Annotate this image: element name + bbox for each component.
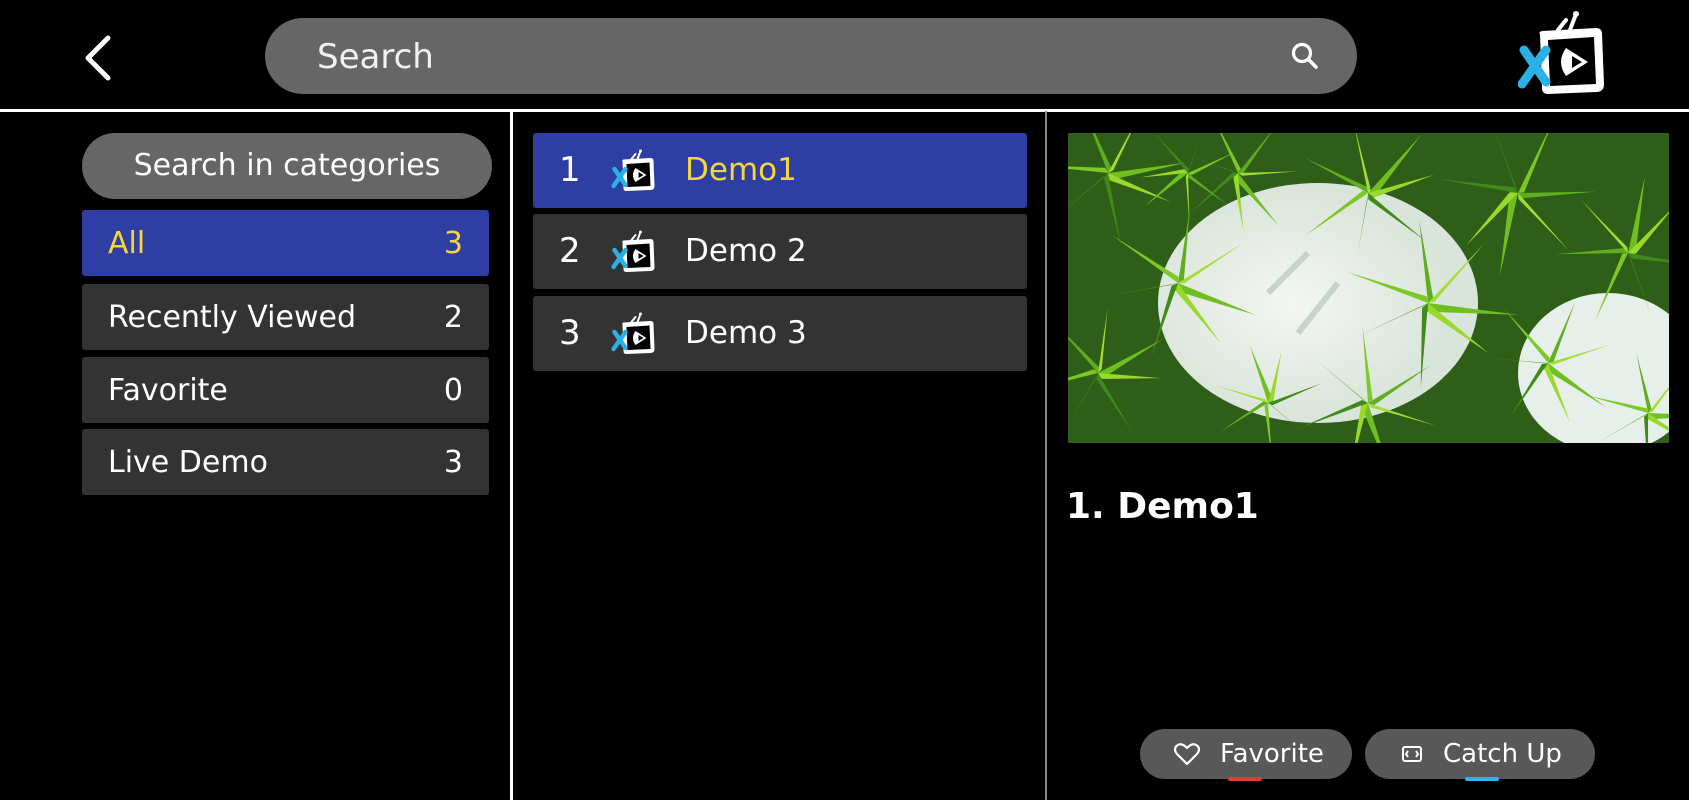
- heart-icon: [1174, 743, 1200, 766]
- app-logo-icon: [1518, 10, 1608, 102]
- header-divider: [0, 109, 1689, 112]
- catch-up-icon: [1402, 746, 1422, 762]
- favorite-label: Favorite: [1220, 739, 1324, 769]
- category-label: Live Demo: [108, 444, 268, 480]
- category-count: 3: [443, 444, 463, 480]
- category-item-favorite[interactable]: Favorite 0: [82, 357, 489, 423]
- channel-name: Demo 2: [685, 233, 807, 269]
- selected-channel-title: 1. Demo1: [1066, 486, 1259, 527]
- preview-image: [1068, 133, 1669, 443]
- category-item-live-demo[interactable]: Live Demo 3: [82, 429, 489, 495]
- channel-logo-icon: [611, 230, 657, 276]
- category-label: Favorite: [108, 372, 228, 408]
- search-input[interactable]: [315, 18, 1219, 96]
- category-count: 2: [443, 299, 463, 335]
- channel-number: 1: [559, 150, 581, 190]
- top-bar: [0, 0, 1689, 110]
- category-item-recently-viewed[interactable]: Recently Viewed 2: [82, 284, 489, 350]
- channel-number: 2: [559, 231, 581, 271]
- category-label: All: [108, 225, 146, 261]
- video-preview[interactable]: [1068, 133, 1669, 443]
- favorite-underline: [1228, 777, 1262, 781]
- chevron-left-icon: [85, 35, 111, 81]
- channel-item[interactable]: 2 Demo 2: [533, 214, 1027, 289]
- channel-item[interactable]: 1 Demo1: [533, 133, 1027, 208]
- back-button[interactable]: [78, 34, 118, 82]
- catch-up-button[interactable]: Catch Up: [1365, 729, 1595, 781]
- column-divider-left: [510, 111, 513, 800]
- channel-name: Demo1: [685, 152, 797, 188]
- search-icon[interactable]: [1289, 40, 1321, 72]
- column-divider-right: [1045, 111, 1047, 800]
- channel-name: Demo 3: [685, 315, 807, 351]
- catch-up-underline: [1465, 777, 1499, 781]
- category-count: 0: [443, 372, 463, 408]
- catch-up-label: Catch Up: [1443, 739, 1562, 769]
- channel-item[interactable]: 3 Demo 3: [533, 296, 1027, 371]
- category-count: 3: [443, 225, 463, 261]
- category-label: Recently Viewed: [108, 299, 356, 335]
- channel-logo-icon: [611, 312, 657, 358]
- channel-number: 3: [559, 313, 581, 353]
- favorite-button[interactable]: Favorite: [1140, 729, 1352, 781]
- search-bar[interactable]: [265, 18, 1357, 96]
- category-item-all[interactable]: All 3: [82, 210, 489, 276]
- channel-logo-icon: [611, 149, 657, 195]
- search-categories-button[interactable]: Search in categories: [82, 133, 492, 199]
